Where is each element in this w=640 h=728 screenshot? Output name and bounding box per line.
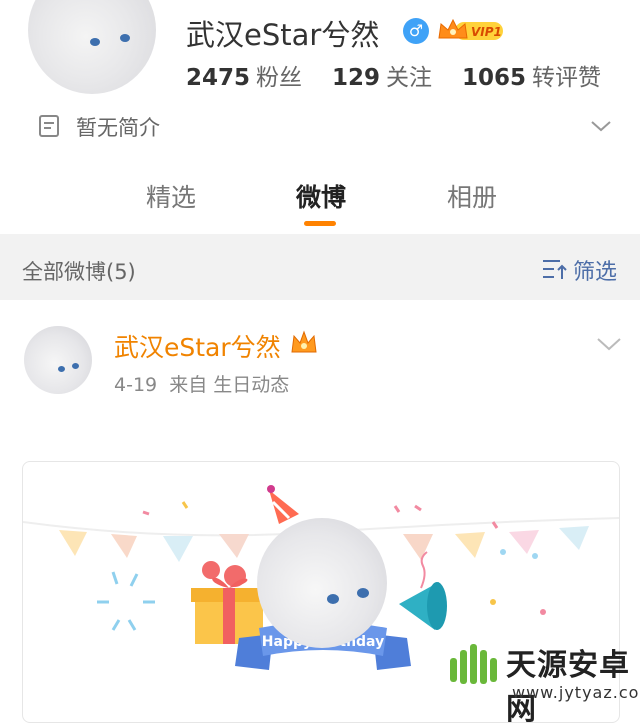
birthday-avatar: [257, 518, 387, 648]
following-count: 129: [332, 65, 381, 91]
post-author-avatar[interactable]: [24, 326, 92, 394]
engagement-count: 1065: [462, 65, 527, 91]
post-author-name[interactable]: 武汉eStar兮然: [114, 328, 281, 364]
engagement-label: 转评赞: [532, 65, 602, 91]
post-meta: 4-19 来自 生日动态: [114, 370, 289, 397]
tab-active-indicator: [304, 221, 336, 226]
profile-avatar[interactable]: [28, 0, 156, 94]
engagement-stat[interactable]: 1065 转评赞: [462, 58, 601, 92]
all-posts-label: 全部微博(5): [22, 260, 136, 284]
vip-badge-icon[interactable]: VIP1: [437, 16, 505, 44]
avatar-cat-eye: [327, 594, 339, 604]
avatar-cat-eye: [90, 38, 100, 46]
avatar-cat-eye: [120, 34, 130, 42]
tab-weibo[interactable]: 微博: [296, 178, 346, 214]
watermark-url: www.jytyaz.com: [512, 683, 640, 702]
filter-button[interactable]: 筛选: [573, 254, 617, 286]
post-source[interactable]: 来自 生日动态: [169, 374, 289, 396]
avatar-cat-eye: [72, 363, 79, 369]
tab-album[interactable]: 相册: [447, 178, 497, 214]
followers-label: 粉丝: [256, 65, 303, 91]
profile-name: 武汉eStar兮然: [186, 18, 380, 52]
following-label: 关注: [386, 65, 433, 91]
tab-featured[interactable]: 精选: [146, 178, 196, 214]
document-icon: [38, 114, 60, 138]
avatar-cat-eye: [357, 588, 369, 598]
chevron-down-icon[interactable]: [590, 118, 612, 132]
followers-stat[interactable]: 2475 粉丝: [186, 58, 302, 92]
male-gender-icon: ♂: [403, 18, 429, 44]
bio-text: 暂无简介: [76, 116, 160, 140]
avatar-cat-eye: [58, 366, 65, 372]
filter-icon[interactable]: [542, 257, 568, 281]
followers-count: 2475: [186, 65, 251, 91]
vip-label: VIP1: [471, 25, 502, 39]
chevron-down-icon[interactable]: [596, 336, 622, 352]
post-date: 4-19: [114, 374, 158, 396]
crown-icon: [290, 330, 318, 356]
following-stat[interactable]: 129 关注: [332, 58, 432, 92]
